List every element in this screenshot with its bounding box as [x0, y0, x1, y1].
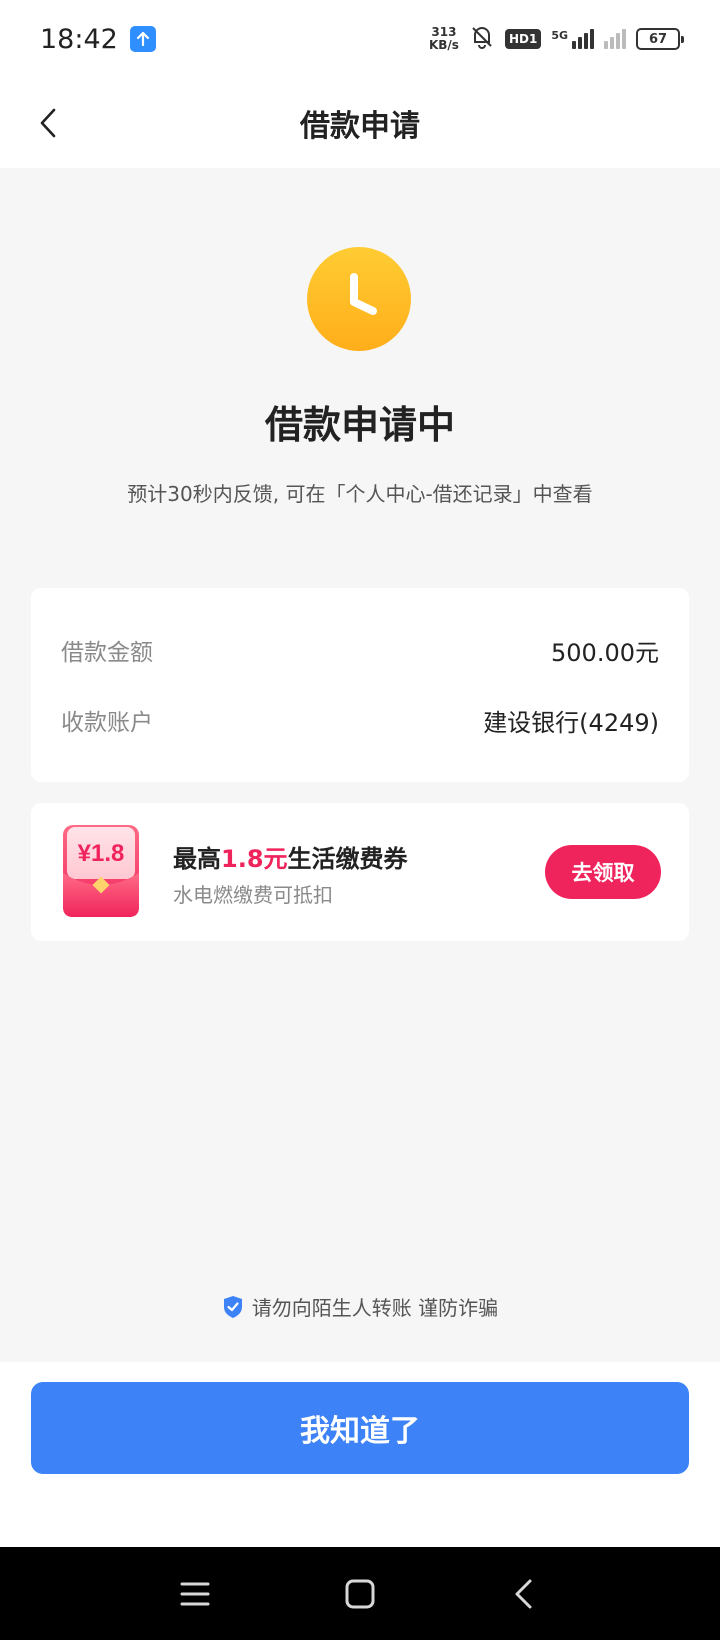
receiving-account-value: 建设银行(4249) [483, 708, 659, 737]
signal-5g-icon: 5G [551, 29, 594, 49]
status-description: 预计30秒内反馈, 可在「个人中心-借还记录」中查看 [127, 482, 593, 506]
bottom-action-area: 我知道了 [0, 1362, 720, 1547]
coupon-title-highlight: 1.8元 [221, 845, 288, 873]
coupon-title: 最高1.8元生活缴费券 [173, 839, 408, 874]
confirm-button[interactable]: 我知道了 [31, 1382, 689, 1474]
signal-secondary-icon [604, 29, 626, 49]
coupon-subtitle: 水电燃缴费可抵扣 [173, 883, 333, 907]
claim-coupon-button[interactable]: 去领取 [545, 845, 661, 899]
battery-level: 67 [648, 31, 668, 47]
battery-icon: 67 [636, 28, 684, 50]
system-back-button[interactable] [503, 1573, 545, 1615]
safety-tip-text: 请勿向陌生人转账 谨防诈骗 [251, 1296, 499, 1320]
system-nav-bar [0, 1547, 720, 1640]
home-button[interactable] [339, 1573, 381, 1615]
loan-amount-label: 借款金额 [61, 640, 153, 666]
network-label: 5G [551, 29, 568, 42]
loan-amount-row: 借款金额 500.00元 [61, 615, 659, 685]
coupon-title-suffix: 生活缴费券 [287, 845, 408, 873]
net-speed-unit: KB/s [428, 38, 459, 52]
status-bar: 18:42 313 KB/s HD1 5G 67 [0, 0, 720, 78]
hd-badge: HD1 [504, 29, 542, 49]
coupon-title-prefix: 最高 [173, 845, 221, 873]
coupon-card: ¥1.8 最高1.8元生活缴费券 水电燃缴费可抵扣 去领取 [31, 803, 689, 941]
status-indicators: 313 KB/s HD1 5G 67 [429, 24, 684, 54]
status-time: 18:42 [40, 23, 118, 55]
triangle-back-icon [515, 1579, 532, 1609]
nav-bar: 借款申请 [0, 78, 720, 168]
status-title: 借款申请中 [264, 403, 455, 447]
clock-icon [307, 247, 411, 351]
red-envelope-icon: ¥1.8 [63, 825, 139, 917]
upload-arrow-icon [129, 26, 156, 52]
menu-button[interactable] [174, 1573, 216, 1615]
net-speed: 313 KB/s [429, 26, 459, 52]
menu-icon [180, 1582, 210, 1606]
chevron-left-icon [40, 108, 56, 138]
receiving-account-label: 收款账户 [61, 710, 153, 736]
receiving-account-row: 收款账户 建设银行(4249) [61, 685, 659, 755]
coupon-badge-amount: ¥1.8 [78, 840, 125, 867]
page-title: 借款申请 [300, 109, 420, 144]
loan-info-card: 借款金额 500.00元 收款账户 建设银行(4249) [31, 588, 689, 782]
shield-check-icon [223, 1295, 242, 1318]
loan-amount-value: 500.00元 [551, 638, 659, 667]
square-home-icon [345, 1579, 375, 1609]
safety-tip: 请勿向陌生人转账 谨防诈骗 [0, 1292, 720, 1321]
bell-muted-icon [469, 24, 495, 54]
back-button[interactable] [24, 98, 74, 148]
